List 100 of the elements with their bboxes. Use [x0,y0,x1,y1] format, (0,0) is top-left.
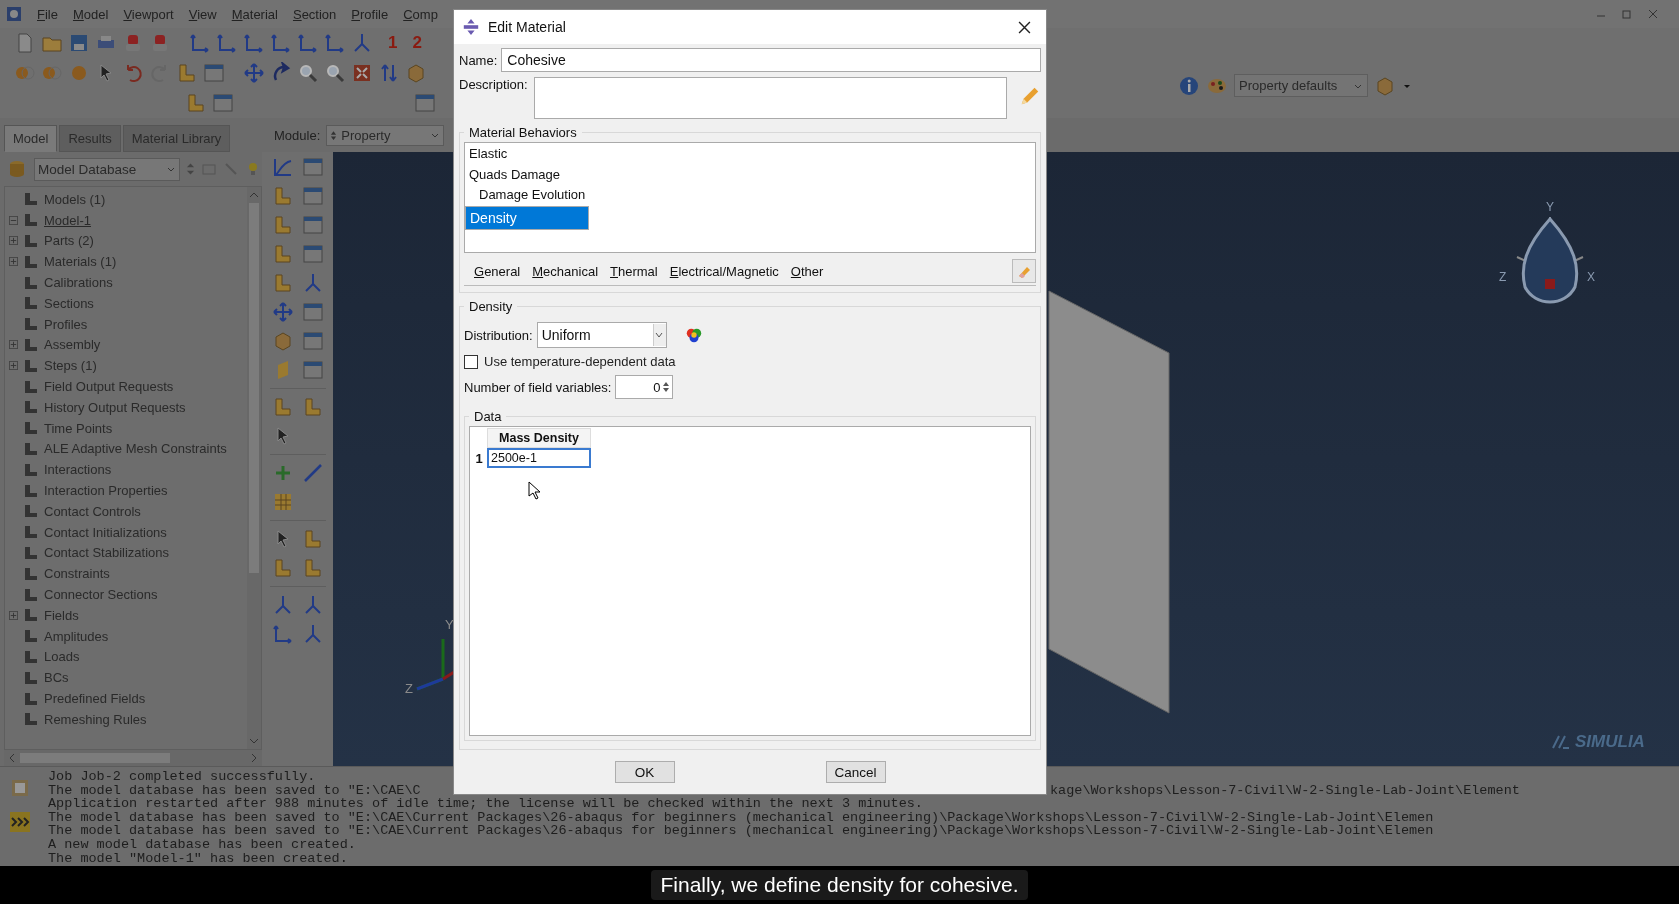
tree-item[interactable]: Model-1 [44,212,91,228]
behaviors-list[interactable]: Elastic Quads Damage Damage Evolution Density [464,142,1036,253]
tree-item[interactable]: History Output Requests [44,399,186,415]
close-icon[interactable] [1647,8,1659,20]
pencil-icon[interactable] [1019,85,1041,107]
up-down-arrows-icon[interactable] [378,62,400,84]
move-icon[interactable] [243,62,265,84]
chevrons-icon[interactable] [9,811,31,833]
tree-item[interactable]: Parts (2) [44,233,94,249]
column-header[interactable]: Mass Density [487,428,591,448]
cube-icon[interactable] [405,62,427,84]
tree-item[interactable]: Constraints [44,566,110,582]
tree-item[interactable]: Calibrations [44,275,113,291]
expand-icon[interactable] [9,340,18,350]
menu-item[interactable]: Model [72,6,109,22]
tree-item[interactable]: Loads [44,649,80,665]
magnifier-icon[interactable] [324,62,346,84]
behavior-item[interactable]: Damage Evolution [465,185,1035,207]
tree-item[interactable]: Time Points [44,420,113,436]
menu-button[interactable]: General [470,263,529,279]
tree-item[interactable]: Steps (1) [44,358,97,374]
tree-item[interactable]: Interactions [44,462,112,478]
tree-item[interactable]: Materials (1) [44,254,117,270]
tree-item[interactable]: Contact Controls [44,503,141,519]
expand-icon[interactable] [9,257,18,267]
menu-item[interactable]: Comp [403,6,438,22]
tree-item[interactable]: Assembly [44,337,101,353]
dialog-button[interactable]: Cancel [825,761,886,783]
scroll-right-icon[interactable] [250,753,258,763]
clipboard-icon[interactable] [9,777,31,799]
view-number[interactable]: 1 [388,33,398,53]
window-icon[interactable] [301,330,324,352]
collapse-icon[interactable] [9,215,18,225]
data-table[interactable]: Mass Density 1 2500e-1 [469,426,1031,736]
behavior-item[interactable]: Density [465,206,589,231]
color-blob-icon[interactable] [684,326,703,344]
menu-item[interactable]: Profile [351,6,389,22]
info-icon[interactable] [1178,74,1200,97]
restore-icon[interactable] [1621,8,1633,20]
window-icon[interactable] [301,214,324,236]
expand-icon[interactable] [9,236,18,246]
scrollbar[interactable] [247,187,261,749]
window-icon[interactable] [301,301,324,323]
window-icon[interactable] [301,185,324,207]
window-icon[interactable] [212,92,234,114]
bracket-icon[interactable] [176,62,198,84]
menu-button[interactable]: Mechanical [528,263,607,279]
tree-item[interactable]: BCs [44,670,69,686]
dialog-button[interactable]: OK [614,761,675,783]
menu-button[interactable]: Thermal [606,263,666,279]
table-cell[interactable]: 2500e-1 [487,448,591,468]
window-icon[interactable] [301,156,324,178]
axes-icon[interactable] [324,32,346,54]
move-icon[interactable] [271,301,294,323]
window-icon[interactable] [414,92,436,114]
tree-item[interactable]: Contact Stabilizations [44,545,169,561]
save-icon[interactable] [68,32,90,54]
tree-item[interactable]: Interaction Properties [44,483,168,499]
description-field[interactable] [533,77,1008,119]
name-field[interactable]: Cohesive [501,48,1041,72]
checkbox[interactable] [464,354,478,369]
tree-item[interactable]: Amplitudes [44,628,109,644]
tree-item[interactable]: Profiles [44,316,88,332]
eraser-button[interactable] [1012,259,1036,283]
scroll-left-icon[interactable] [8,753,16,763]
view-triad-drawing[interactable]: Y Z X [1495,197,1605,327]
window-icon[interactable] [301,243,324,265]
window-icon[interactable] [301,359,324,381]
curve-icon[interactable] [271,156,294,178]
tree-item[interactable]: Sections [44,295,94,311]
magnifier-icon[interactable] [297,62,319,84]
scroll-down-icon[interactable] [249,736,259,746]
panel-tab[interactable]: Model [4,125,58,152]
app-icon[interactable] [6,6,22,22]
expand-icon[interactable] [9,610,18,620]
tree-item[interactable]: Contact Initializations [44,524,167,540]
menu-item[interactable]: Section [292,6,337,22]
tree-item[interactable]: Fields [44,607,79,623]
tree-item[interactable]: Connector Sections [44,587,158,603]
menu-item[interactable]: Viewport [123,6,174,22]
window-icon[interactable] [203,62,225,84]
tree-item[interactable]: Remeshing Rules [44,711,147,727]
axes-icon[interactable] [271,623,294,645]
up-down-arrows-icon[interactable] [186,161,195,177]
fit-view-icon[interactable] [351,62,373,84]
tree-item[interactable]: Models (1) [44,191,106,207]
database-dropdown[interactable]: Model Database [34,157,180,181]
tree-item[interactable]: Predefined Fields [44,691,146,706]
display-group-dropdown[interactable]: Property defaults [1234,74,1368,97]
axes-icon[interactable] [270,32,292,54]
scroll-up-icon[interactable] [249,190,259,200]
menu-button[interactable]: Other [786,263,832,279]
distribution-dropdown[interactable]: Uniform [536,322,667,348]
bracket-icon[interactable] [185,92,207,114]
tree-item[interactable]: Field Output Requests [44,379,174,395]
expand-icon[interactable] [9,361,18,371]
behavior-item[interactable]: Quads Damage [465,164,1035,186]
menu-item[interactable]: File [37,6,58,22]
axes-icon[interactable] [243,32,265,54]
axes-icon[interactable] [297,32,319,54]
